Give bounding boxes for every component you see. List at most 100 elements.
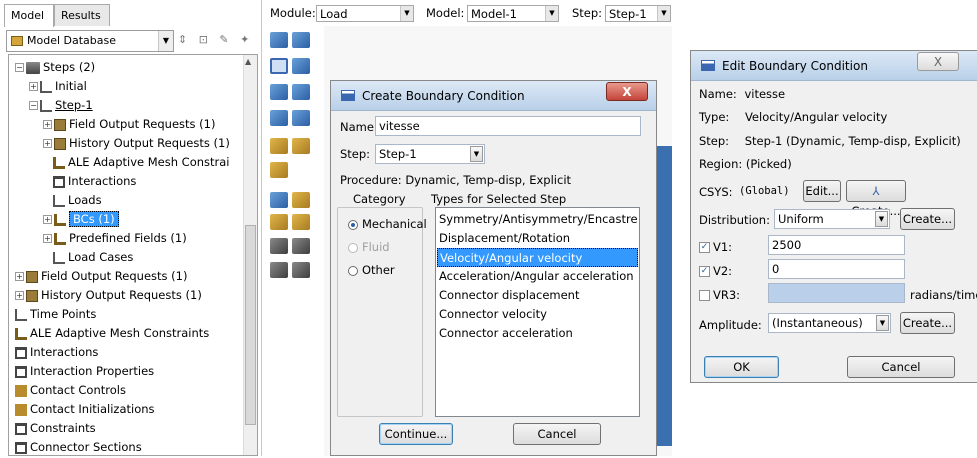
bc-type-item[interactable]: Connector velocity [437,305,638,324]
expand-icon[interactable]: + [29,82,38,91]
datum-plane-icon[interactable] [270,192,288,208]
step-dropdown[interactable]: Step-1 ▼ [375,144,485,164]
close-button[interactable]: X [606,82,648,101]
tree-item[interactable]: + Field Output Requests (1) [43,116,215,135]
transform-icon[interactable] [270,262,288,278]
create-predefined-field-icon[interactable] [270,84,288,100]
datum-axis-icon[interactable] [292,192,310,208]
tree-filter-icons[interactable]: ⇕ ⊡ ✎ ✦ [178,33,253,46]
expand-icon[interactable]: + [43,139,52,148]
partition-icon[interactable] [270,214,288,230]
load-case-manager-icon[interactable] [292,110,310,126]
bc-type-item[interactable]: Connector displacement [437,286,638,305]
tree-item[interactable]: + History Output Requests (1) [43,135,230,154]
tree-item-label: Initial [55,79,87,93]
bc-type-item[interactable]: Symmetry/Antisymmetry/Encastre [437,210,638,229]
chevron-down-icon[interactable]: ▼ [876,315,889,331]
query-icon[interactable] [292,262,310,278]
tree-item[interactable]: + History Output Requests (1) [15,287,202,306]
cancel-button[interactable]: Cancel [847,356,955,378]
tree-item[interactable]: ALE Adaptive Mesh Constrai [53,154,230,173]
amplitude-icon[interactable] [270,138,288,154]
tree-item[interactable]: − Step-1 [29,97,93,116]
expand-icon[interactable]: + [43,234,52,243]
tree-item[interactable]: Time Points [15,306,96,325]
bc-type-item[interactable]: Displacement/Rotation [437,229,638,248]
bc-manager-icon[interactable] [292,58,310,74]
tree-item[interactable]: + Initial [29,78,87,97]
datum-csys-icon[interactable] [270,238,288,254]
close-button[interactable]: X [917,52,959,71]
datum-point-icon[interactable] [292,238,310,254]
create-bc-icon[interactable] [270,58,288,74]
scrollbar-thumb[interactable] [245,225,256,425]
create-load-icon[interactable] [270,32,288,48]
tree-scrollbar[interactable]: ▲ [243,55,257,455]
chevron-down-icon[interactable]: ▼ [470,146,483,162]
tree-item[interactable]: + Predefined Fields (1) [43,230,187,249]
cancel-button[interactable]: Cancel [513,423,601,445]
name-field[interactable]: vitesse [375,116,641,136]
scroll-up-icon[interactable]: ▲ [245,57,251,66]
amplitude-dropdown[interactable]: (Instantaneous) ▼ [768,313,891,333]
chevron-down-icon[interactable]: ▼ [657,6,670,21]
v2-checkbox[interactable]: ✓ V2: [699,264,732,278]
expand-icon[interactable]: + [15,291,24,300]
tree-item[interactable]: Contact Controls [15,382,126,401]
tree-item[interactable]: Interaction Properties [15,363,154,382]
tree-item[interactable]: Loads [53,192,102,211]
vr3-checkbox[interactable]: VR3: [699,288,740,302]
vr3-field[interactable] [768,283,905,303]
bc-type-item[interactable]: Acceleration/Angular acceleration [437,267,638,286]
predefined-field-manager-icon[interactable] [292,84,310,100]
expand-icon[interactable]: + [43,120,52,129]
chevron-down-icon[interactable]: ▼ [545,6,558,21]
chevron-down-icon[interactable]: ▼ [158,31,173,51]
csys-edit-button[interactable]: Edit... [803,180,841,202]
v1-field[interactable]: 2500 [768,235,905,255]
tree-item[interactable]: − Steps (2) [15,59,95,78]
tree-item[interactable]: Interactions [15,344,98,363]
bc-type-item[interactable]: Connector acceleration [437,324,638,343]
chevron-down-icon[interactable]: ▼ [875,211,888,227]
tree-item[interactable]: ALE Adaptive Mesh Constraints [15,325,209,344]
distribution-create-button[interactable]: Create... [900,208,955,230]
radio-mechanical[interactable]: Mechanical [348,217,427,231]
create-load-case-icon[interactable] [270,110,288,126]
v1-checkbox[interactable]: ✓ V1: [699,240,732,254]
v2-field[interactable]: 0 [768,259,905,279]
tree-item[interactable]: Contact Initializations [15,401,155,420]
analytical-field-icon[interactable] [270,162,288,178]
collapse-icon[interactable]: − [15,63,24,72]
tree-item[interactable]: Constraints [15,420,96,439]
step-selector[interactable]: Step-1 ▼ [605,5,671,22]
expand-icon[interactable]: + [43,215,52,224]
module-selector[interactable]: Load ▼ [316,5,414,22]
types-listbox[interactable]: Symmetry/Antisymmetry/Encastre Displaceme… [435,207,640,417]
field-icon[interactable] [292,138,310,154]
bc-type-item[interactable]: Velocity/Angular velocity [437,248,638,267]
partition-edge-icon[interactable] [292,214,310,230]
tree-item[interactable]: Interactions [53,173,136,192]
tree-item[interactable]: Load Cases [53,249,133,268]
ok-button[interactable]: OK [704,356,779,378]
tree-item[interactable]: Connector Sections [15,439,142,458]
collapse-icon[interactable]: − [29,101,38,110]
continue-button[interactable]: Continue... [379,423,453,445]
csys-create-button[interactable]: ⅄ Create... [846,180,906,218]
tree-item[interactable]: + Field Output Requests (1) [15,268,187,287]
tree-item[interactable]: + BCs (1) [43,211,119,230]
expand-icon[interactable]: + [15,272,24,281]
distribution-dropdown[interactable]: Uniform ▼ [774,209,890,229]
tab-results[interactable]: Results [54,4,110,26]
model-label: Model: [426,6,465,20]
model-database-selector[interactable]: Model Database ▼ [6,30,174,52]
model-selector[interactable]: Model-1 ▼ [467,5,559,22]
radio-other[interactable]: Other [348,263,395,277]
amplitude-create-button[interactable]: Create... [900,312,955,334]
tab-model[interactable]: Model [4,4,54,27]
chevron-down-icon[interactable]: ▼ [400,6,413,21]
tree-item-label: Field Output Requests (1) [69,117,216,131]
types-label: Types for Selected Step [431,192,567,206]
load-manager-icon[interactable] [292,32,310,48]
